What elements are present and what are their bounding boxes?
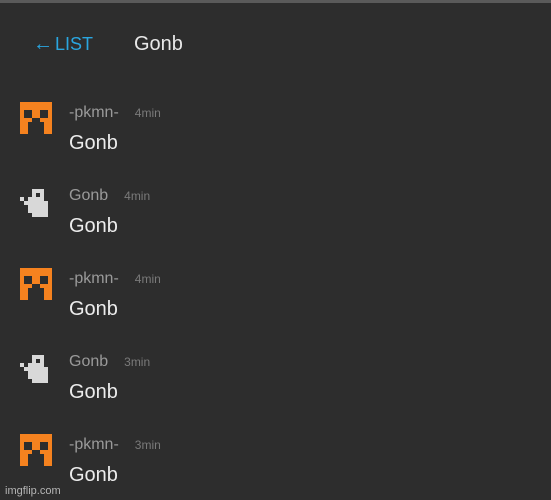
message-text: Gonb bbox=[69, 464, 118, 486]
message-item: -pkmn- 4min Gonb bbox=[0, 252, 551, 332]
message-author[interactable]: -pkmn- bbox=[69, 435, 119, 455]
thread-header: ← LIST Gonb bbox=[0, 3, 551, 83]
message-text: Gonb bbox=[69, 298, 118, 320]
back-link-label: LIST bbox=[55, 34, 94, 54]
creeper-face-icon[interactable] bbox=[20, 434, 52, 466]
message-meta: -pkmn- 4min bbox=[69, 269, 161, 289]
message-author[interactable]: Gonb bbox=[69, 352, 108, 372]
message-author[interactable]: -pkmn- bbox=[69, 269, 119, 289]
message-meta: -pkmn- 4min bbox=[69, 103, 161, 123]
imgflip-watermark: imgflip.com bbox=[5, 485, 61, 497]
message-time: 4min bbox=[124, 189, 151, 203]
message-text: Gonb bbox=[69, 215, 118, 237]
message-meta: Gonb 4min bbox=[69, 186, 150, 206]
message-meta: -pkmn- 3min bbox=[69, 435, 161, 455]
message-author[interactable]: Gonb bbox=[69, 186, 108, 206]
message-item: Gonb 3min Gonb bbox=[0, 335, 551, 415]
message-item: Gonb 4min Gonb bbox=[0, 169, 551, 249]
back-to-list-link[interactable]: ← LIST bbox=[33, 33, 93, 55]
back-arrow-icon: ← bbox=[33, 33, 53, 55]
message-text: Gonb bbox=[69, 132, 118, 154]
message-time: 4min bbox=[134, 272, 161, 286]
creeper-face-icon[interactable] bbox=[20, 268, 52, 300]
ghost-icon[interactable] bbox=[20, 351, 52, 383]
creeper-face-icon[interactable] bbox=[20, 102, 52, 134]
message-item: -pkmn- 4min Gonb bbox=[0, 86, 551, 166]
message-meta: Gonb 3min bbox=[69, 352, 150, 372]
message-time: 4min bbox=[134, 106, 161, 120]
message-time: 3min bbox=[124, 355, 151, 369]
message-item: -pkmn- 3min Gonb bbox=[0, 418, 551, 498]
message-text: Gonb bbox=[69, 381, 118, 403]
message-author[interactable]: -pkmn- bbox=[69, 103, 119, 123]
thread-title: Gonb bbox=[134, 33, 183, 55]
ghost-icon[interactable] bbox=[20, 185, 52, 217]
message-time: 3min bbox=[134, 438, 161, 452]
